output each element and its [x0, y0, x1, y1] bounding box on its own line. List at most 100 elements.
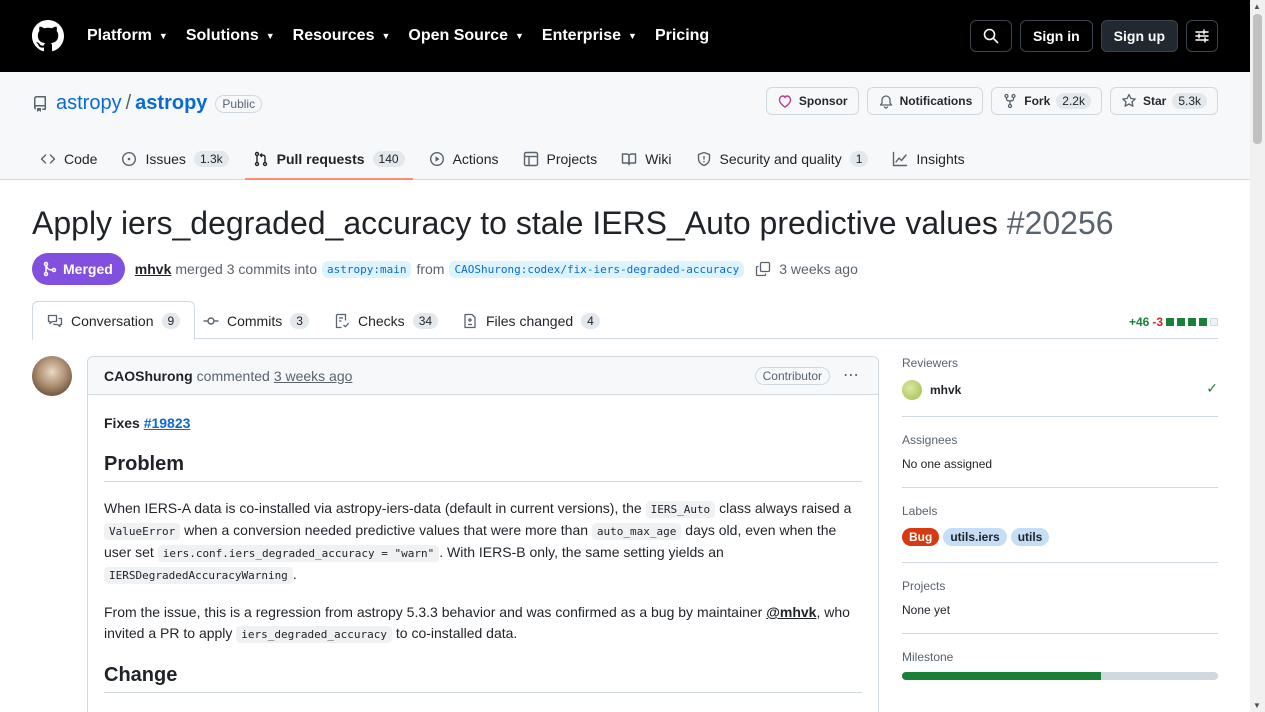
tab-security[interactable]: Security and quality 1: [688, 138, 877, 180]
pull-requests-count: 140: [372, 151, 405, 167]
diffstat-block: [1199, 318, 1207, 326]
nav-enterprise[interactable]: Enterprise ▼: [542, 27, 637, 45]
kebab-menu-icon[interactable]: ⋯: [843, 365, 860, 385]
reviewer-item[interactable]: mhvk ✓: [902, 380, 1218, 400]
label-utils-iers[interactable]: utils.iers: [943, 528, 1007, 546]
git-pull-request-icon: [254, 151, 267, 167]
repo-owner-link[interactable]: astropy: [56, 92, 122, 115]
assignees-section: Assignees No one assigned: [902, 433, 1218, 488]
repo-title: astropy / astropy Public: [32, 92, 263, 115]
tab-conversation[interactable]: Conversation 9: [32, 301, 196, 340]
nav-open-source[interactable]: Open Source ▼: [408, 27, 524, 45]
sponsor-button[interactable]: Sponsor: [765, 87, 859, 115]
tab-insights[interactable]: Insights: [884, 138, 972, 180]
tab-actions[interactable]: Actions: [421, 138, 507, 180]
fork-icon: [1004, 93, 1016, 109]
milestone-progress-fill: [902, 672, 1102, 680]
tab-projects[interactable]: Projects: [515, 138, 606, 180]
tab-code[interactable]: Code: [32, 138, 105, 180]
milestone-progress-bar: [902, 672, 1218, 680]
inline-code: iers.conf.iers_degraded_accuracy = "warn…: [157, 545, 440, 562]
github-logo-icon[interactable]: [32, 20, 64, 52]
nav-platform[interactable]: Platform ▼: [87, 27, 168, 45]
chevron-down-icon: ▼: [381, 31, 391, 41]
page-scrollbar[interactable]: ▲ ▼: [1250, 0, 1265, 712]
global-nav: Platform ▼ Solutions ▼ Resources ▼ Open Sou…: [87, 27, 727, 45]
milestone-heading[interactable]: Milestone: [902, 650, 1218, 664]
reviewers-section: Reviewers mhvk ✓: [902, 356, 1218, 417]
nav-pricing[interactable]: Pricing: [655, 27, 709, 45]
inline-code: IERS_Auto: [645, 501, 716, 518]
scrollbar-thumb[interactable]: [1253, 14, 1262, 144]
copy-icon[interactable]: [755, 261, 771, 277]
user-mention-link[interactable]: @mhvk: [766, 604, 816, 620]
bell-icon: [879, 95, 892, 109]
problem-paragraph: When IERS-A data is co-installed via ast…: [104, 500, 852, 584]
fork-button[interactable]: Fork 2.2k: [991, 87, 1102, 115]
scroll-down-arrow-icon[interactable]: ▼: [1253, 701, 1261, 710]
projects-section: Projects None yet: [902, 579, 1218, 634]
notifications-button[interactable]: Notifications: [866, 87, 984, 115]
scroll-up-arrow-icon[interactable]: ▲: [1253, 2, 1261, 11]
from-text: from: [416, 261, 445, 277]
nav-solutions[interactable]: Solutions ▼: [186, 27, 275, 45]
search-button[interactable]: [970, 20, 1012, 52]
repo-separator: /: [125, 92, 132, 114]
tab-checks[interactable]: Checks 34: [320, 301, 452, 340]
pr-tabs: Conversation 9 Commits 3 Checks 34 Files…: [32, 301, 1218, 340]
tab-wiki[interactable]: Wiki: [613, 138, 679, 180]
label-bug[interactable]: Bug: [902, 528, 940, 546]
visibility-badge: Public: [215, 94, 263, 113]
diffstat: +46 -3: [1129, 315, 1218, 329]
issue-link[interactable]: #19823: [144, 415, 191, 431]
nav-resources[interactable]: Resources ▼: [293, 27, 391, 45]
comment-author-link[interactable]: CAOShurong: [104, 368, 193, 384]
pr-meta: Merged mhvk merged 3 commits into astrop…: [32, 253, 858, 285]
deletions-count: -3: [1152, 315, 1163, 329]
graph-icon: [893, 151, 908, 167]
label-utils[interactable]: utils: [1010, 528, 1050, 546]
labels-heading[interactable]: Labels: [902, 504, 1218, 518]
files-changed-count: 4: [581, 312, 600, 329]
pr-author-link[interactable]: mhvk: [135, 261, 172, 277]
assignees-heading[interactable]: Assignees: [902, 433, 1218, 447]
reviewers-heading[interactable]: Reviewers: [902, 356, 1218, 370]
additions-count: +46: [1128, 315, 1150, 329]
git-merge-icon: [43, 261, 57, 277]
labels-list: Bug utils.iers utils: [902, 528, 1218, 546]
comment-time-link[interactable]: 3 weeks ago: [274, 368, 353, 384]
star-button[interactable]: Star 5.3k: [1109, 87, 1218, 115]
play-icon: [429, 151, 444, 167]
tab-pull-requests[interactable]: Pull requests 140: [244, 138, 413, 180]
merged-text: merged 3 commits into: [175, 261, 317, 277]
head-branch[interactable]: CAOShurong:codex/fix-iers-degraded-accur…: [449, 260, 745, 278]
table-icon: [523, 151, 538, 167]
repo-name-link[interactable]: astropy: [135, 92, 207, 115]
fixes-line: Fixes #19823: [104, 415, 191, 431]
base-branch[interactable]: astropy:main: [321, 260, 412, 278]
projects-heading[interactable]: Projects: [902, 579, 1218, 593]
global-header: Platform ▼ Solutions ▼ Resources ▼ Open Sou…: [0, 0, 1250, 72]
comment-header: CAOShurong commented 3 weeks ago Contrib…: [88, 357, 878, 395]
preferences-menu-button[interactable]: [1186, 20, 1218, 52]
star-icon: [1122, 93, 1136, 107]
sign-up-button[interactable]: Sign up: [1100, 20, 1178, 52]
diffstat-block: [1188, 318, 1196, 326]
assignees-value: No one assigned: [902, 457, 993, 471]
avatar: [902, 380, 922, 400]
sign-in-button[interactable]: Sign in: [1020, 20, 1093, 52]
inline-code: ValueError: [104, 523, 181, 540]
page-title: Apply iers_degraded_accuracy to stale IE…: [32, 205, 1114, 242]
diffstat-block: [1210, 318, 1218, 326]
tab-files-changed[interactable]: Files changed 4: [448, 301, 614, 340]
regression-paragraph: From the issue, this is a regression fro…: [104, 604, 850, 643]
contributor-badge: Contributor: [754, 367, 830, 385]
commenter-avatar[interactable]: [32, 356, 72, 396]
pr-time: 3 weeks ago: [779, 261, 858, 277]
repo-tabs: Code Issues 1.3k Pull requests 140 Actio…: [32, 138, 981, 180]
search-icon: [983, 28, 999, 44]
conversation-count: 9: [161, 312, 181, 329]
fork-count: 2.2k: [1056, 93, 1091, 109]
tab-issues[interactable]: Issues 1.3k: [113, 138, 236, 180]
tab-commits[interactable]: Commits 3: [189, 301, 323, 340]
